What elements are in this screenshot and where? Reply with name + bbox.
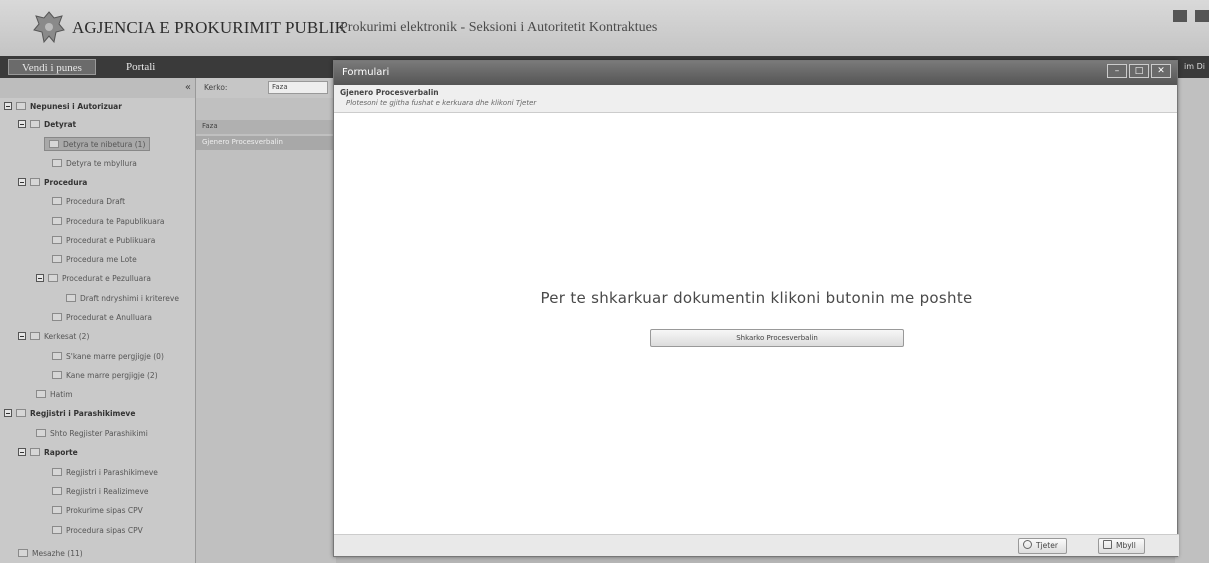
tree-node-detyra-hapura[interactable]: Detyra te nibetura (1) bbox=[44, 137, 151, 151]
folder-icon bbox=[52, 217, 62, 225]
task-grid: Kerko: Faza Faza Gjenero Procesverbalin bbox=[196, 78, 336, 563]
folder-icon bbox=[30, 332, 40, 340]
dialog-title: Formulari bbox=[342, 67, 390, 78]
next-button[interactable]: Tjeter bbox=[1018, 538, 1067, 554]
collapse-toggle-icon[interactable] bbox=[4, 409, 12, 417]
tree-node-procedura[interactable]: Procedura bbox=[18, 176, 87, 190]
folder-icon bbox=[30, 178, 40, 186]
tree-node-papublikuara[interactable]: Procedura te Papublikuara bbox=[52, 215, 165, 229]
tree-node-nepunesi[interactable]: Nepunesi i Autorizuar bbox=[4, 100, 122, 114]
tree-node-draft-ndryshimi[interactable]: Draft ndryshimi i kritereve bbox=[66, 292, 179, 306]
close-button[interactable]: Mbyll bbox=[1098, 538, 1145, 554]
collapse-toggle-icon[interactable] bbox=[18, 448, 26, 456]
tree-node-kerkesat[interactable]: Kerkesat (2) bbox=[18, 330, 89, 344]
tree-node-me-lote[interactable]: Procedura me Lote bbox=[52, 253, 137, 267]
tree-node-raport-parashikimeve[interactable]: Regjistri i Parashikimeve bbox=[52, 466, 158, 480]
folder-icon bbox=[30, 120, 40, 128]
minimize-icon[interactable]: – bbox=[1107, 64, 1127, 78]
tabbar-right-text: im Di bbox=[1184, 62, 1205, 71]
right-panel bbox=[1175, 78, 1209, 563]
folder-icon bbox=[16, 102, 26, 110]
folder-icon bbox=[52, 236, 62, 244]
tree-node-kane-pergjigje[interactable]: Kane marre pergjigje (2) bbox=[52, 369, 158, 383]
folder-icon bbox=[18, 549, 28, 557]
tree-node-shto-regjister[interactable]: Shto Regjister Parashikimi bbox=[36, 427, 148, 441]
folder-icon bbox=[52, 468, 62, 476]
search-label: Kerko: bbox=[204, 83, 228, 92]
folder-icon bbox=[52, 352, 62, 360]
close-icon bbox=[1103, 540, 1112, 549]
agency-name: AGJENCIA E PROKURIMIT PUBLIK bbox=[72, 18, 347, 37]
folder-icon bbox=[52, 487, 62, 495]
folder-icon bbox=[48, 274, 58, 282]
dialog-instruction: Plotesoni te gjitha fushat e kerkuara dh… bbox=[346, 99, 537, 107]
tree-node-prokurime-cpv[interactable]: Prokurime sipas CPV bbox=[52, 504, 143, 518]
tree-node-hatim[interactable]: Hatim bbox=[36, 388, 73, 402]
folder-icon bbox=[52, 255, 62, 263]
collapse-toggle-icon[interactable] bbox=[36, 274, 44, 282]
dialog-footer: Tjeter Mbyll bbox=[334, 534, 1179, 556]
tree-node-procedura-cpv[interactable]: Procedura sipas CPV bbox=[52, 524, 143, 538]
tree-node-raporte[interactable]: Raporte bbox=[18, 446, 78, 460]
app-header: AGJENCIA E PROKURIMIT PUBLIK Prokurimi e… bbox=[0, 0, 1209, 56]
folder-icon bbox=[52, 159, 62, 167]
tree-node-anulluara[interactable]: Procedurat e Anulluara bbox=[52, 311, 152, 325]
table-row[interactable]: Gjenero Procesverbalin bbox=[196, 136, 336, 150]
coat-of-arms-logo bbox=[33, 11, 65, 44]
close-icon[interactable]: ✕ bbox=[1151, 64, 1171, 78]
tab-portal[interactable]: Portali bbox=[120, 59, 161, 75]
download-message: Per te shkarkuar dokumentin klikoni buto… bbox=[540, 289, 973, 307]
tree-node-mesazhe[interactable]: Mesazhe (11) bbox=[18, 547, 83, 561]
dialog-heading: Gjenero Procesverbalin bbox=[340, 88, 439, 97]
folder-icon bbox=[52, 506, 62, 514]
tree-node-skane-pergjigje[interactable]: S'kane marre pergjigje (0) bbox=[52, 350, 164, 364]
collapse-icon[interactable]: « bbox=[185, 82, 191, 93]
sidebar-tree: « Nepunesi i Autorizuar Detyrat Detyra t… bbox=[0, 78, 196, 563]
folder-icon bbox=[30, 448, 40, 456]
folder-icon bbox=[49, 140, 59, 148]
tree-node-raport-realizimeve[interactable]: Regjistri i Realizimeve bbox=[52, 485, 149, 499]
folder-icon bbox=[52, 197, 62, 205]
tree-node-detyrat[interactable]: Detyrat bbox=[18, 118, 76, 132]
folder-icon bbox=[16, 409, 26, 417]
tree-node-regjistri-parashikimeve[interactable]: Regjistri i Parashikimeve bbox=[4, 407, 135, 421]
next-arrow-icon bbox=[1023, 540, 1032, 549]
dialog-header: Gjenero Procesverbalin Plotesoni te gjit… bbox=[334, 85, 1177, 113]
folder-icon bbox=[52, 526, 62, 534]
folder-icon bbox=[52, 313, 62, 321]
collapse-toggle-icon[interactable] bbox=[18, 178, 26, 186]
collapse-toggle-icon[interactable] bbox=[4, 102, 12, 110]
dialog-title-bar: Formulari – □ ✕ bbox=[334, 61, 1177, 85]
tree-node-procedura-draft[interactable]: Procedura Draft bbox=[52, 195, 125, 209]
sidebar-toolbar: « bbox=[0, 78, 195, 98]
window-controls: – □ ✕ bbox=[1107, 64, 1171, 78]
maximize-icon[interactable]: □ bbox=[1129, 64, 1149, 78]
form-dialog: Formulari – □ ✕ Gjenero Procesverbalin P… bbox=[333, 60, 1179, 557]
header-icons bbox=[1173, 10, 1209, 22]
collapse-toggle-icon[interactable] bbox=[18, 120, 26, 128]
search-input[interactable]: Faza bbox=[268, 81, 328, 94]
grid-icon[interactable] bbox=[1173, 10, 1187, 22]
search-bar: Kerko: Faza bbox=[196, 78, 336, 98]
download-procesverbal-button[interactable]: Shkarko Procesverbalin bbox=[650, 329, 904, 347]
system-subtitle: Prokurimi elektronik - Seksioni i Autori… bbox=[340, 20, 658, 35]
folder-icon bbox=[52, 371, 62, 379]
tree-node-publikuara[interactable]: Procedurat e Publikuara bbox=[52, 234, 155, 248]
collapse-toggle-icon[interactable] bbox=[18, 332, 26, 340]
tree-node-pezulluara[interactable]: Procedurat e Pezulluara bbox=[36, 272, 151, 286]
tab-workspace[interactable]: Vendi i punes bbox=[8, 59, 96, 75]
tree-node-detyra-mbyllura[interactable]: Detyra te mbyllura bbox=[52, 157, 137, 171]
folder-icon bbox=[36, 390, 46, 398]
grid-column-header[interactable]: Faza bbox=[196, 120, 336, 134]
folder-icon bbox=[36, 429, 46, 437]
menu-icon[interactable] bbox=[1195, 10, 1209, 22]
folder-icon bbox=[66, 294, 76, 302]
